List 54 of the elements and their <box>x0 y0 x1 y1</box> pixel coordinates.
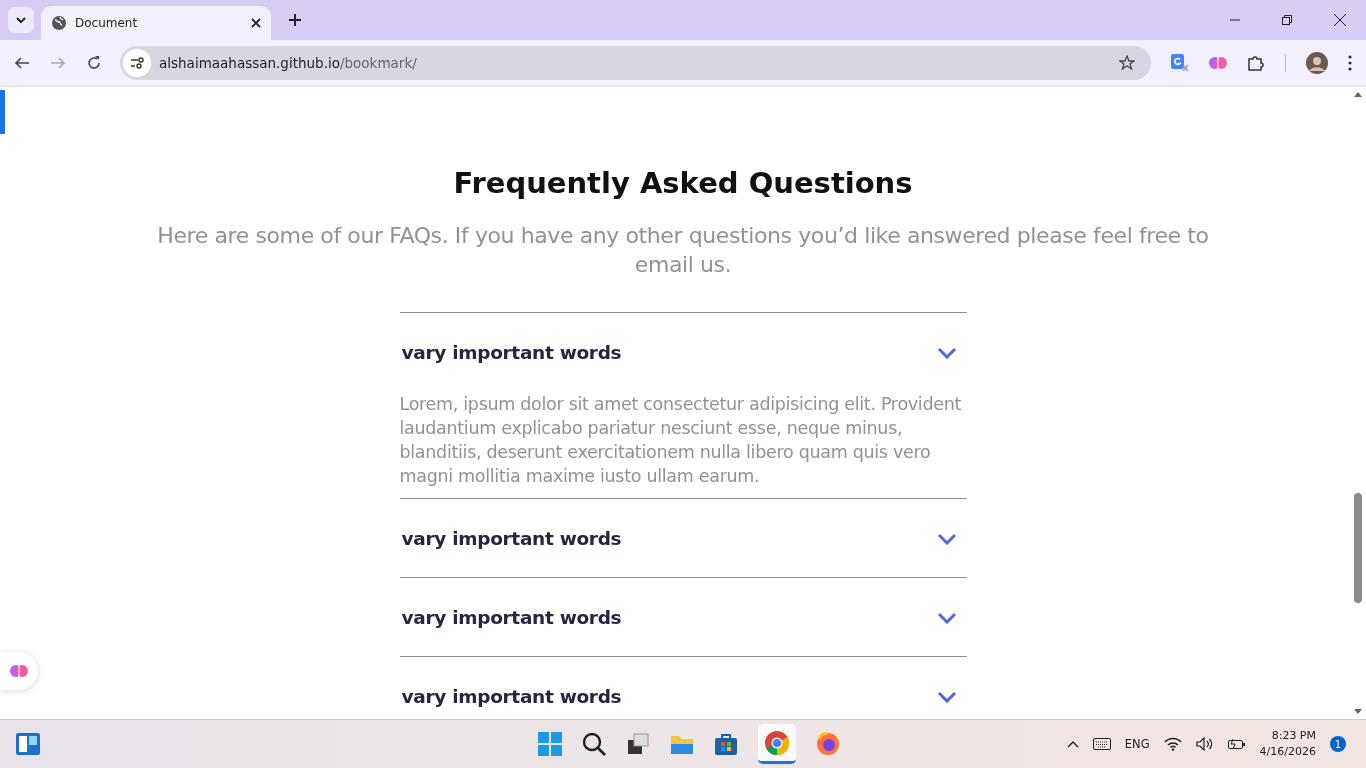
chrome-icon <box>764 729 790 756</box>
close-icon[interactable] <box>1334 14 1346 26</box>
faq-question[interactable]: vary important words <box>399 499 967 577</box>
close-icon[interactable] <box>251 18 261 28</box>
scroll-up-icon[interactable] <box>1354 91 1362 97</box>
chevron-down-icon <box>15 16 27 24</box>
keyboard-icon[interactable] <box>1092 738 1111 750</box>
faq-question[interactable]: vary important words <box>399 578 967 656</box>
tab-list-button[interactable] <box>8 7 34 33</box>
new-tab-icon[interactable] <box>289 14 301 26</box>
browser-tab[interactable]: Document <box>41 6 271 40</box>
faq-question[interactable]: vary important words <box>399 313 967 391</box>
site-settings-icon[interactable] <box>123 49 151 77</box>
task-view-icon[interactable] <box>626 732 650 756</box>
notification-badge[interactable]: 1 <box>1330 736 1346 752</box>
brain-icon <box>10 662 28 680</box>
firefox-icon[interactable] <box>816 732 840 756</box>
chevron-down-icon <box>936 347 957 359</box>
avatar-icon[interactable] <box>1306 52 1328 74</box>
chevron-down-icon <box>936 612 957 624</box>
brain-icon[interactable] <box>1209 54 1227 72</box>
back-arrow-icon[interactable] <box>14 55 30 71</box>
globe-icon <box>51 15 67 31</box>
scroll-down-icon[interactable] <box>1354 709 1362 715</box>
speaker-icon[interactable] <box>1195 737 1214 751</box>
wifi-icon[interactable] <box>1163 737 1182 751</box>
chevron-down-icon <box>936 533 957 545</box>
faq-title: Frequently Asked Questions <box>453 165 913 202</box>
translate-icon[interactable] <box>1171 54 1189 72</box>
reload-icon[interactable] <box>86 55 102 71</box>
menu-icon[interactable] <box>1348 55 1352 71</box>
restore-icon[interactable] <box>1282 15 1292 25</box>
faq-question[interactable]: vary important words <box>399 657 967 719</box>
address-bar[interactable]: alshaimaahassan.github.io/bookmark/ <box>120 46 1151 80</box>
url-text: alshaimaahassan.github.io/bookmark/ <box>159 55 417 71</box>
scrollbar-thumb[interactable] <box>1354 493 1362 603</box>
side-indicator <box>0 90 5 134</box>
chevron-down-icon <box>936 691 957 703</box>
clock-time[interactable]: 8:23 PM <box>1271 728 1316 744</box>
faq-answer: Lorem, ipsum dolor sit amet consectetur adipisicing elit. Provident laudantium explicabo pariatur nesciunt esse, neque minus, blanditiis, deserunt exercitationem nulla libero quam quis vero magni mollitia maxime iusto ullam earum. <box>399 393 963 488</box>
search-icon[interactable] <box>582 732 606 756</box>
puzzle-icon[interactable] <box>1247 54 1265 72</box>
chevron-up-icon[interactable] <box>1066 740 1079 748</box>
store-icon[interactable] <box>714 732 738 756</box>
battery-icon[interactable] <box>1227 738 1246 750</box>
tab-title: Document <box>75 16 139 30</box>
assistant-button[interactable] <box>0 652 38 690</box>
windows-start-icon[interactable] <box>538 732 562 756</box>
faq-intro: Here are some of our FAQs. If you have any other questions you’d like answered please feel free to email us. <box>156 222 1210 279</box>
widgets-icon[interactable] <box>16 733 40 755</box>
clock-date[interactable]: 4/16/2026 <box>1259 744 1316 760</box>
star-icon[interactable] <box>1119 55 1135 71</box>
chrome-taskbar-button[interactable] <box>758 724 796 764</box>
language-indicator[interactable]: ENG <box>1124 737 1150 751</box>
